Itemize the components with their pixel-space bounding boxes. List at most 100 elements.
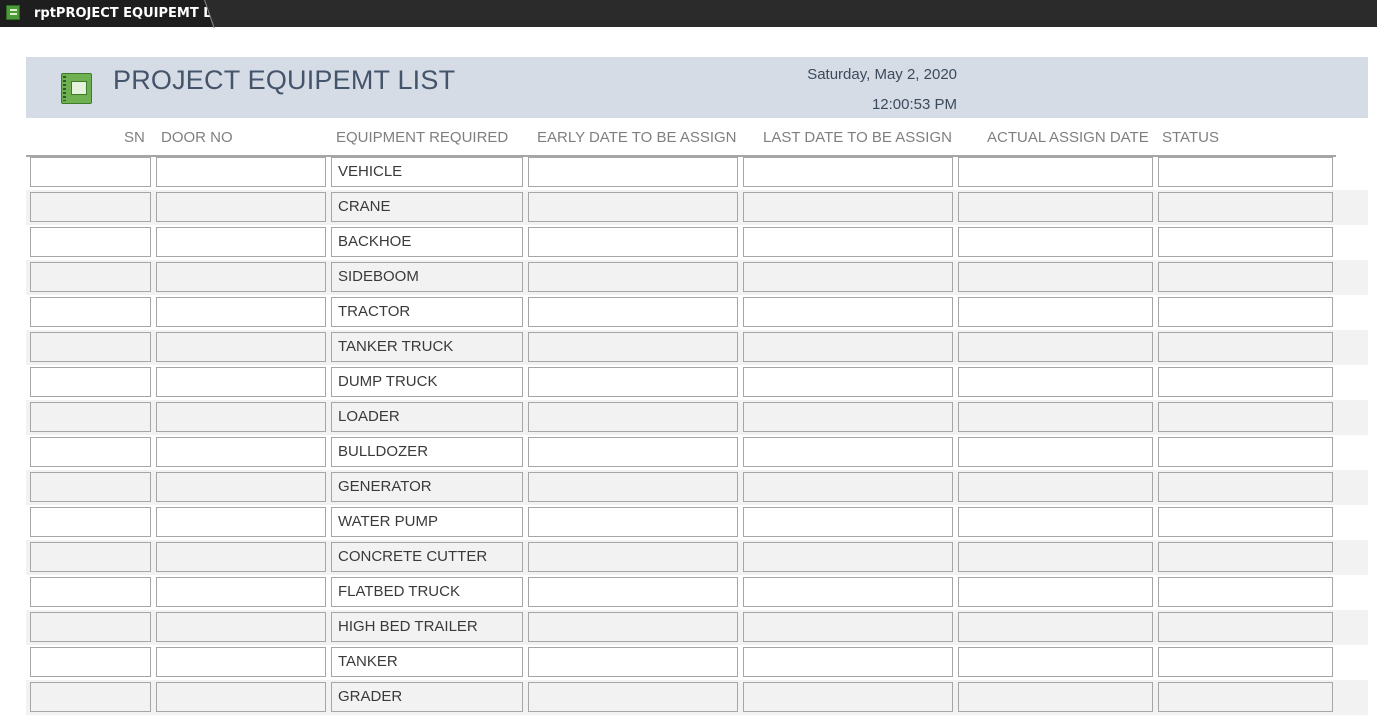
sn-field[interactable] <box>30 297 151 327</box>
sn-field[interactable] <box>30 472 151 502</box>
last-date-field[interactable] <box>743 472 953 502</box>
last-date-field[interactable] <box>743 647 953 677</box>
equipment-field[interactable]: VEHICLE <box>331 157 523 187</box>
equipment-field[interactable]: DUMP TRUCK <box>331 367 523 397</box>
last-date-field[interactable] <box>743 507 953 537</box>
early-date-field[interactable] <box>528 297 738 327</box>
last-date-field[interactable] <box>743 262 953 292</box>
status-field[interactable] <box>1158 367 1333 397</box>
equipment-field[interactable]: HIGH BED TRAILER <box>331 612 523 642</box>
last-date-field[interactable] <box>743 367 953 397</box>
early-date-field[interactable] <box>528 577 738 607</box>
door-no-field[interactable] <box>156 612 326 642</box>
status-field[interactable] <box>1158 472 1333 502</box>
early-date-field[interactable] <box>528 682 738 712</box>
early-date-field[interactable] <box>528 402 738 432</box>
door-no-field[interactable] <box>156 542 326 572</box>
sn-field[interactable] <box>30 262 151 292</box>
equipment-field[interactable]: CRANE <box>331 192 523 222</box>
door-no-field[interactable] <box>156 577 326 607</box>
status-field[interactable] <box>1158 227 1333 257</box>
door-no-field[interactable] <box>156 157 326 187</box>
early-date-field[interactable] <box>528 192 738 222</box>
door-no-field[interactable] <box>156 647 326 677</box>
door-no-field[interactable] <box>156 227 326 257</box>
door-no-field[interactable] <box>156 402 326 432</box>
sn-field[interactable] <box>30 612 151 642</box>
equipment-field[interactable]: TANKER TRUCK <box>331 332 523 362</box>
equipment-field[interactable]: BACKHOE <box>331 227 523 257</box>
early-date-field[interactable] <box>528 612 738 642</box>
door-no-field[interactable] <box>156 262 326 292</box>
early-date-field[interactable] <box>528 542 738 572</box>
actual-date-field[interactable] <box>958 647 1153 677</box>
last-date-field[interactable] <box>743 577 953 607</box>
equipment-field[interactable]: SIDEBOOM <box>331 262 523 292</box>
sn-field[interactable] <box>30 542 151 572</box>
equipment-field[interactable]: TANKER <box>331 647 523 677</box>
last-date-field[interactable] <box>743 612 953 642</box>
sn-field[interactable] <box>30 367 151 397</box>
last-date-field[interactable] <box>743 437 953 467</box>
equipment-field[interactable]: LOADER <box>331 402 523 432</box>
status-field[interactable] <box>1158 542 1333 572</box>
early-date-field[interactable] <box>528 507 738 537</box>
actual-date-field[interactable] <box>958 472 1153 502</box>
last-date-field[interactable] <box>743 192 953 222</box>
early-date-field[interactable] <box>528 472 738 502</box>
actual-date-field[interactable] <box>958 402 1153 432</box>
door-no-field[interactable] <box>156 192 326 222</box>
sn-field[interactable] <box>30 402 151 432</box>
door-no-field[interactable] <box>156 507 326 537</box>
sn-field[interactable] <box>30 192 151 222</box>
sn-field[interactable] <box>30 577 151 607</box>
status-field[interactable] <box>1158 402 1333 432</box>
status-field[interactable] <box>1158 507 1333 537</box>
actual-date-field[interactable] <box>958 577 1153 607</box>
actual-date-field[interactable] <box>958 192 1153 222</box>
status-field[interactable] <box>1158 262 1333 292</box>
last-date-field[interactable] <box>743 542 953 572</box>
last-date-field[interactable] <box>743 157 953 187</box>
last-date-field[interactable] <box>743 297 953 327</box>
actual-date-field[interactable] <box>958 157 1153 187</box>
status-field[interactable] <box>1158 612 1333 642</box>
status-field[interactable] <box>1158 577 1333 607</box>
door-no-field[interactable] <box>156 297 326 327</box>
actual-date-field[interactable] <box>958 332 1153 362</box>
actual-date-field[interactable] <box>958 507 1153 537</box>
last-date-field[interactable] <box>743 227 953 257</box>
sn-field[interactable] <box>30 157 151 187</box>
sn-field[interactable] <box>30 682 151 712</box>
early-date-field[interactable] <box>528 157 738 187</box>
early-date-field[interactable] <box>528 367 738 397</box>
status-field[interactable] <box>1158 647 1333 677</box>
equipment-field[interactable]: WATER PUMP <box>331 507 523 537</box>
last-date-field[interactable] <box>743 682 953 712</box>
equipment-field[interactable]: BULLDOZER <box>331 437 523 467</box>
actual-date-field[interactable] <box>958 437 1153 467</box>
door-no-field[interactable] <box>156 682 326 712</box>
actual-date-field[interactable] <box>958 367 1153 397</box>
status-field[interactable] <box>1158 437 1333 467</box>
equipment-field[interactable]: FLATBED TRUCK <box>331 577 523 607</box>
status-field[interactable] <box>1158 682 1333 712</box>
last-date-field[interactable] <box>743 332 953 362</box>
equipment-field[interactable]: TRACTOR <box>331 297 523 327</box>
door-no-field[interactable] <box>156 332 326 362</box>
sn-field[interactable] <box>30 332 151 362</box>
early-date-field[interactable] <box>528 437 738 467</box>
actual-date-field[interactable] <box>958 612 1153 642</box>
early-date-field[interactable] <box>528 227 738 257</box>
early-date-field[interactable] <box>528 332 738 362</box>
equipment-field[interactable]: GENERATOR <box>331 472 523 502</box>
actual-date-field[interactable] <box>958 227 1153 257</box>
door-no-field[interactable] <box>156 437 326 467</box>
report-tab[interactable]: rptPROJECT EQUIPEMT LIST <box>0 0 214 27</box>
sn-field[interactable] <box>30 507 151 537</box>
status-field[interactable] <box>1158 297 1333 327</box>
status-field[interactable] <box>1158 332 1333 362</box>
sn-field[interactable] <box>30 647 151 677</box>
actual-date-field[interactable] <box>958 542 1153 572</box>
equipment-field[interactable]: GRADER <box>331 682 523 712</box>
